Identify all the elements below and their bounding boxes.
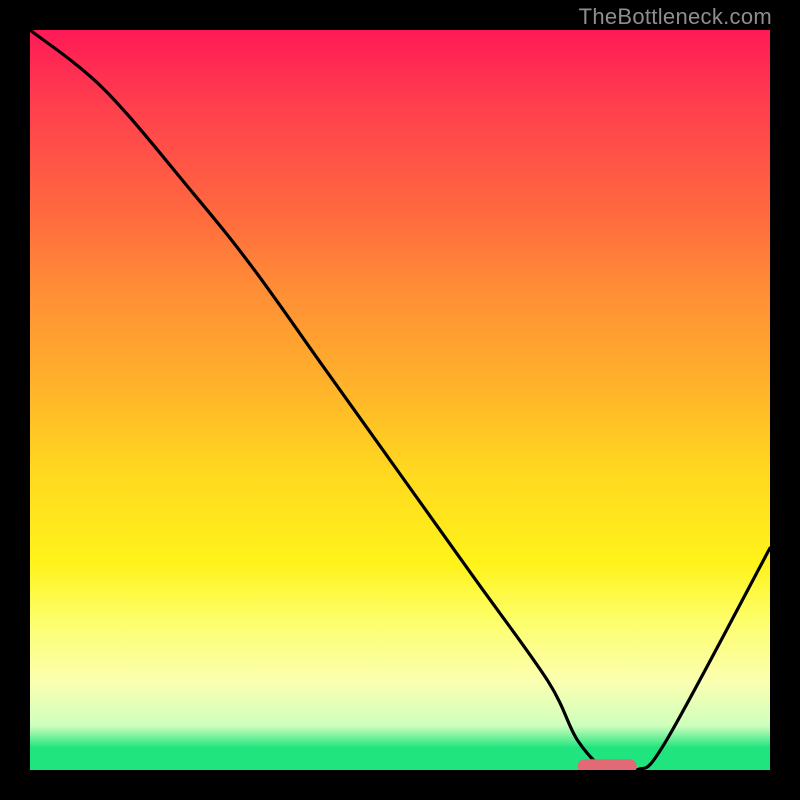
bottleneck-curve-path bbox=[30, 30, 770, 770]
bottleneck-curve bbox=[30, 30, 770, 770]
sweet-spot-rect bbox=[578, 759, 637, 770]
watermark-text: TheBottleneck.com bbox=[579, 4, 772, 30]
sweet-spot-marker bbox=[578, 759, 637, 770]
chart-container: TheBottleneck.com bbox=[0, 0, 800, 800]
plot-area bbox=[30, 30, 770, 770]
chart-svg bbox=[30, 30, 770, 770]
